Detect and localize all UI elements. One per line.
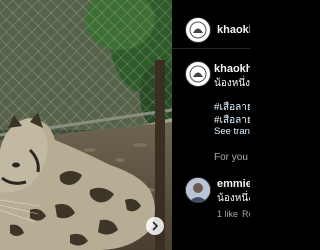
zoo-logo-icon [187,19,209,41]
post-header-username[interactable]: khaokh [217,24,250,36]
next-photo-button[interactable] [146,217,164,235]
see-translation-link[interactable]: See tran [214,126,250,137]
caption-text: น้องหนึ่ง [214,78,250,89]
caption-username[interactable]: khaokh [214,63,250,75]
zoo-logo-icon [187,63,209,85]
user-photo-icon [186,178,210,202]
clouded-leopard-photo [0,0,172,250]
post-side-panel: khaokh khaokh น้องหนึ่ง #เสือลาย #เสือลา… [172,0,250,250]
comment-username[interactable]: emmie [217,178,250,190]
caption-avatar[interactable] [185,61,211,87]
commenter-avatar[interactable] [185,177,211,203]
header-divider [172,48,250,49]
comment-like-count[interactable]: 1 like [217,209,238,219]
for-you-label: For you [214,152,248,163]
post-photo[interactable] [0,0,172,250]
author-avatar[interactable] [185,17,211,43]
comment-reply-button[interactable]: Rep [242,209,250,219]
comment-text: น้องหนึ่ง [217,193,250,204]
chevron-right-icon [152,221,158,231]
